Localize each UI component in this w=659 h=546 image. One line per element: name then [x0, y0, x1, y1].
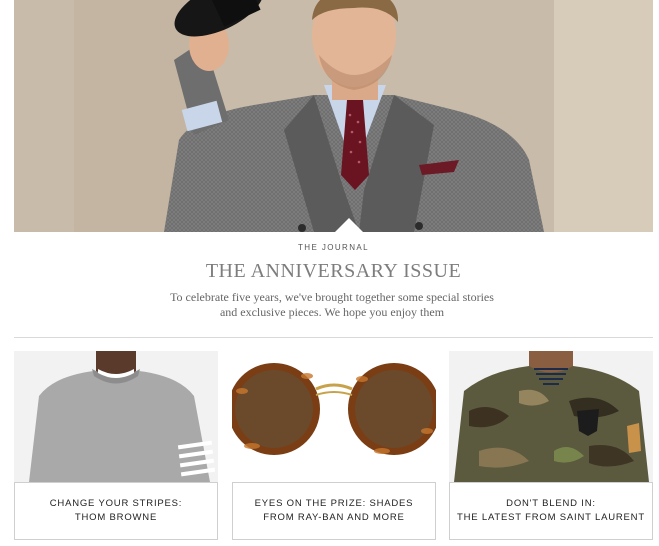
story-card-shades[interactable]: EYES ON THE PRIZE: SHADES FROM RAY-BAN A… — [232, 351, 436, 540]
hero-pointer-notch — [335, 218, 363, 232]
camouflage-jacket-icon — [449, 351, 653, 482]
journal-title[interactable]: THE ANNIVERSARY ISSUE — [0, 260, 659, 283]
hero-illustration — [14, 0, 653, 232]
hero-image[interactable] — [14, 0, 653, 232]
grey-sweatshirt-icon — [14, 351, 218, 482]
section-divider — [14, 337, 653, 338]
sunglasses-image[interactable] — [232, 351, 436, 482]
story-card-label[interactable]: DON'T BLEND IN: THE LATEST FROM SAINT LA… — [449, 482, 653, 540]
story-card-label[interactable]: CHANGE YOUR STRIPES: THOM BROWNE — [14, 482, 218, 540]
story-card-label[interactable]: EYES ON THE PRIZE: SHADES FROM RAY-BAN A… — [232, 482, 436, 540]
story-card-saint-laurent[interactable]: DON'T BLEND IN: THE LATEST FROM SAINT LA… — [449, 351, 653, 540]
story-card-thom-browne[interactable]: CHANGE YOUR STRIPES: THOM BROWNE — [14, 351, 218, 540]
sunglasses-icon — [232, 351, 436, 482]
camouflage-jacket-image[interactable] — [449, 351, 653, 482]
journal-kicker: THE JOURNAL — [298, 243, 369, 252]
journal-intro: To celebrate five years, we've brought t… — [170, 290, 494, 319]
grey-sweatshirt-image[interactable] — [14, 351, 218, 482]
journal-page: THE JOURNAL THE ANNIVERSARY ISSUE To cel… — [0, 0, 659, 546]
